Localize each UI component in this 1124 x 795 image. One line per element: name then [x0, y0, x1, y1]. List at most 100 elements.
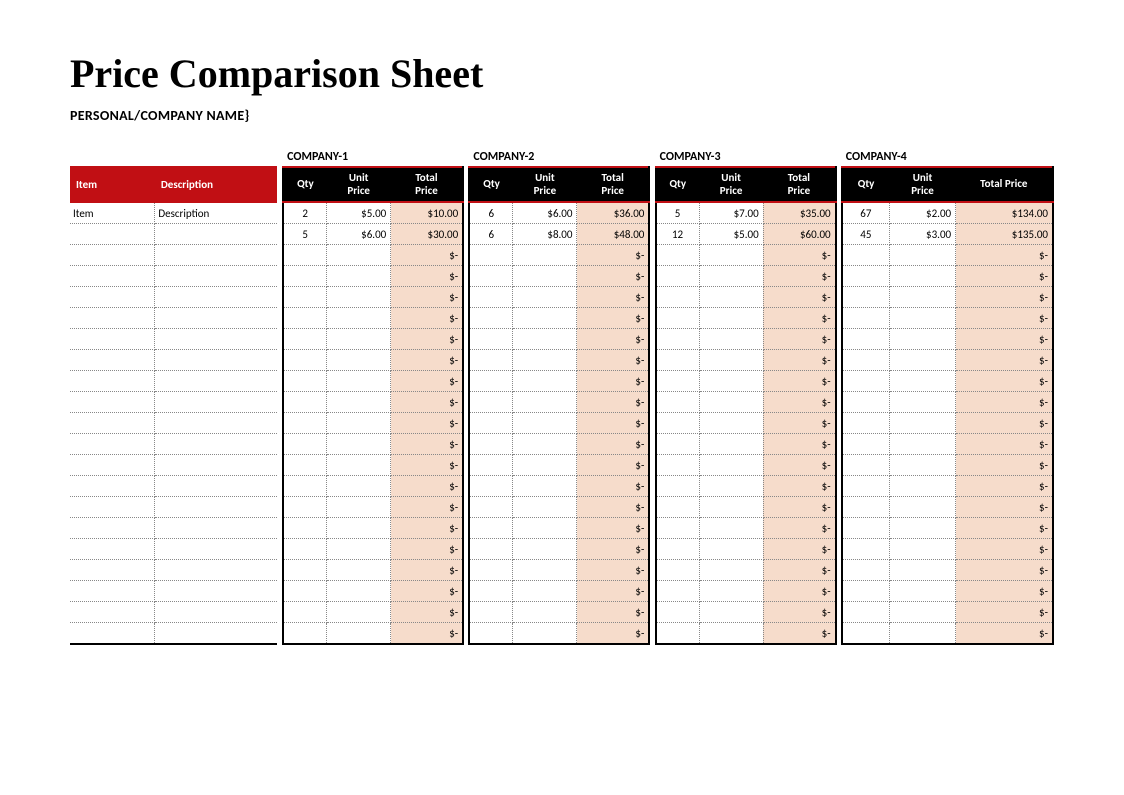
cell-c1-unit[interactable] — [327, 539, 391, 560]
cell-c4-unit[interactable] — [889, 539, 955, 560]
cell-c2-qty[interactable] — [469, 623, 512, 645]
cell-c4-unit[interactable] — [889, 308, 955, 329]
cell-c3-unit[interactable] — [699, 245, 763, 266]
cell-c2-total[interactable]: $36.00 — [577, 202, 649, 224]
cell-item[interactable] — [70, 476, 155, 497]
cell-c2-total[interactable]: $- — [577, 560, 649, 581]
cell-c4-unit[interactable] — [889, 287, 955, 308]
cell-description[interactable] — [155, 539, 277, 560]
cell-c2-qty[interactable] — [469, 497, 512, 518]
cell-c1-unit[interactable] — [327, 308, 391, 329]
cell-c1-unit[interactable] — [327, 329, 391, 350]
cell-c2-qty[interactable] — [469, 308, 512, 329]
cell-c2-total[interactable]: $- — [577, 287, 649, 308]
cell-c4-unit[interactable]: $2.00 — [889, 202, 955, 224]
cell-c3-qty[interactable] — [656, 350, 699, 371]
cell-c3-unit[interactable] — [699, 371, 763, 392]
cell-c4-total[interactable]: $- — [956, 245, 1053, 266]
cell-c3-total[interactable]: $- — [763, 539, 835, 560]
cell-c2-qty[interactable] — [469, 518, 512, 539]
cell-c2-unit[interactable] — [513, 308, 577, 329]
cell-c1-qty[interactable] — [283, 539, 326, 560]
cell-c4-unit[interactable] — [889, 455, 955, 476]
table-row[interactable]: $-$-$-$- — [70, 518, 1053, 539]
cell-c3-qty[interactable] — [656, 266, 699, 287]
cell-c3-unit[interactable] — [699, 392, 763, 413]
cell-c3-total[interactable]: $- — [763, 371, 835, 392]
cell-description[interactable] — [155, 434, 277, 455]
table-row[interactable]: $-$-$-$- — [70, 497, 1053, 518]
cell-c2-qty[interactable] — [469, 392, 512, 413]
cell-c1-qty[interactable] — [283, 245, 326, 266]
cell-c2-unit[interactable] — [513, 350, 577, 371]
cell-c1-qty[interactable] — [283, 518, 326, 539]
cell-c2-qty[interactable] — [469, 350, 512, 371]
table-row[interactable]: $-$-$-$- — [70, 434, 1053, 455]
cell-c1-qty[interactable] — [283, 455, 326, 476]
cell-c2-total[interactable]: $- — [577, 476, 649, 497]
cell-c4-total[interactable]: $- — [956, 539, 1053, 560]
cell-description[interactable] — [155, 518, 277, 539]
cell-c2-qty[interactable] — [469, 371, 512, 392]
cell-c1-total[interactable]: $- — [391, 245, 463, 266]
cell-c3-total[interactable]: $- — [763, 602, 835, 623]
cell-c3-unit[interactable] — [699, 455, 763, 476]
cell-c1-total[interactable]: $- — [391, 539, 463, 560]
cell-c1-total[interactable]: $- — [391, 497, 463, 518]
cell-c3-total[interactable]: $- — [763, 560, 835, 581]
cell-c3-qty[interactable] — [656, 455, 699, 476]
cell-c1-unit[interactable] — [327, 266, 391, 287]
cell-item[interactable] — [70, 224, 155, 245]
cell-c1-unit[interactable] — [327, 602, 391, 623]
cell-c4-total[interactable]: $- — [956, 602, 1053, 623]
cell-description[interactable] — [155, 371, 277, 392]
cell-c1-qty[interactable] — [283, 371, 326, 392]
cell-c3-qty[interactable] — [656, 434, 699, 455]
cell-c4-qty[interactable] — [842, 392, 890, 413]
cell-c2-total[interactable]: $- — [577, 518, 649, 539]
cell-c2-total[interactable]: $- — [577, 371, 649, 392]
cell-c3-unit[interactable] — [699, 329, 763, 350]
cell-description[interactable] — [155, 224, 277, 245]
cell-c2-qty[interactable] — [469, 266, 512, 287]
cell-c2-total[interactable]: $- — [577, 329, 649, 350]
table-row[interactable]: $-$-$-$- — [70, 560, 1053, 581]
cell-c2-total[interactable]: $- — [577, 581, 649, 602]
cell-item[interactable] — [70, 287, 155, 308]
cell-c1-qty[interactable] — [283, 413, 326, 434]
cell-c3-total[interactable]: $- — [763, 266, 835, 287]
cell-c2-total[interactable]: $- — [577, 245, 649, 266]
cell-c1-qty[interactable]: 5 — [283, 224, 326, 245]
cell-c3-total[interactable]: $- — [763, 623, 835, 645]
cell-c3-total[interactable]: $- — [763, 287, 835, 308]
cell-c3-total[interactable]: $- — [763, 434, 835, 455]
cell-c4-unit[interactable] — [889, 392, 955, 413]
cell-c4-unit[interactable] — [889, 371, 955, 392]
cell-description[interactable]: Description — [155, 202, 277, 224]
cell-c1-qty[interactable] — [283, 329, 326, 350]
cell-c4-total[interactable]: $- — [956, 497, 1053, 518]
cell-c3-unit[interactable] — [699, 287, 763, 308]
cell-c1-qty[interactable] — [283, 602, 326, 623]
cell-c1-qty[interactable] — [283, 434, 326, 455]
cell-c3-total[interactable]: $- — [763, 581, 835, 602]
cell-c2-unit[interactable] — [513, 497, 577, 518]
cell-c2-total[interactable]: $- — [577, 266, 649, 287]
cell-c3-total[interactable]: $- — [763, 476, 835, 497]
cell-c2-unit[interactable] — [513, 392, 577, 413]
cell-c2-total[interactable]: $48.00 — [577, 224, 649, 245]
cell-description[interactable] — [155, 287, 277, 308]
cell-c2-unit[interactable] — [513, 518, 577, 539]
cell-c3-unit[interactable] — [699, 581, 763, 602]
cell-c2-qty[interactable] — [469, 602, 512, 623]
cell-c1-total[interactable]: $- — [391, 413, 463, 434]
cell-c2-unit[interactable]: $6.00 — [513, 202, 577, 224]
cell-c3-qty[interactable]: 5 — [656, 202, 699, 224]
cell-c1-total[interactable]: $10.00 — [391, 202, 463, 224]
cell-c4-total[interactable]: $- — [956, 287, 1053, 308]
cell-c2-unit[interactable] — [513, 413, 577, 434]
cell-c1-unit[interactable] — [327, 497, 391, 518]
cell-c2-unit[interactable] — [513, 623, 577, 645]
cell-c3-qty[interactable] — [656, 308, 699, 329]
cell-c1-qty[interactable] — [283, 350, 326, 371]
